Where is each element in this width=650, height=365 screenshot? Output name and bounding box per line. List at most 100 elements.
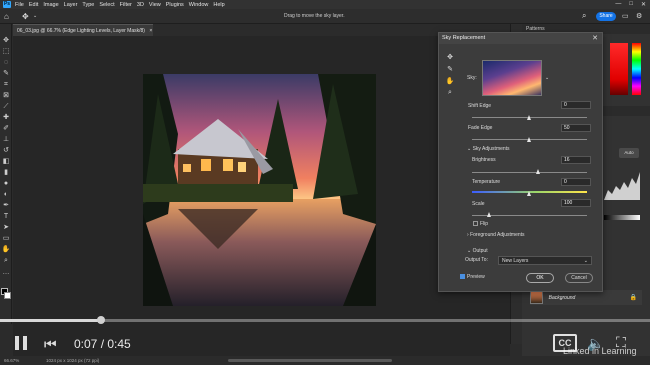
menu-bar: Ps File Edit Image Layer Type Select Fil… xyxy=(0,0,650,9)
move-tool-icon[interactable]: ✥ xyxy=(22,12,29,21)
search-icon[interactable]: ⌕ xyxy=(582,11,586,21)
type-icon[interactable]: T xyxy=(1,212,11,222)
temperature-handle[interactable] xyxy=(527,191,531,196)
zoom-icon[interactable]: ⌕ xyxy=(444,89,456,101)
sky-label: Sky: xyxy=(467,75,477,81)
shift-edge-input[interactable]: 0 xyxy=(561,101,591,109)
menu-edit[interactable]: Edit xyxy=(29,2,38,8)
pen-icon[interactable]: ✒ xyxy=(1,201,11,211)
scale-input[interactable]: 100 xyxy=(561,199,591,207)
close-tab-icon[interactable]: × xyxy=(149,28,152,34)
menu-view[interactable]: View xyxy=(149,2,161,8)
layer-thumbnail xyxy=(530,291,543,304)
home-icon[interactable]: ⌂ xyxy=(4,12,9,21)
output-section[interactable]: ⌄ Output xyxy=(467,248,488,254)
marquee-icon[interactable]: ⬚ xyxy=(1,47,11,57)
close-icon[interactable]: ✕ xyxy=(592,34,598,42)
document-title: 06_03.jpg @ 66.7% (Edge Lighting Levels,… xyxy=(17,28,145,34)
menu-plugins[interactable]: Plugins xyxy=(166,2,184,8)
menu-window[interactable]: Window xyxy=(189,2,209,8)
quick-select-icon[interactable]: ✎ xyxy=(1,69,11,79)
hand-icon[interactable]: ✋ xyxy=(444,77,456,89)
horizontal-scrollbar[interactable] xyxy=(228,359,392,362)
ok-button[interactable]: OK xyxy=(526,273,554,283)
menu-select[interactable]: Select xyxy=(99,2,114,8)
chevron-down-icon[interactable]: ⌄ xyxy=(33,13,37,19)
document-tab[interactable]: 06_03.jpg @ 66.7% (Edge Lighting Levels,… xyxy=(13,24,153,36)
temperature-input[interactable]: 0 xyxy=(561,178,591,186)
flip-check-box[interactable] xyxy=(473,221,478,227)
close-window-button[interactable]: ✕ xyxy=(641,1,646,8)
zoom-level[interactable]: 66.67% xyxy=(4,358,19,363)
shift-edge-handle[interactable] xyxy=(527,115,531,120)
fade-edge-handle[interactable] xyxy=(527,137,531,142)
hand-icon[interactable]: ✋ xyxy=(1,245,11,255)
background-color[interactable] xyxy=(4,292,11,299)
menu-type[interactable]: Type xyxy=(82,2,94,8)
foreground-adjustments-section[interactable]: › Foreground Adjustments xyxy=(467,232,525,238)
menu-image[interactable]: Image xyxy=(43,2,58,8)
history-brush-icon[interactable]: ↺ xyxy=(1,146,11,156)
menu-file[interactable]: File xyxy=(15,2,24,8)
brush-icon[interactable]: ✐ xyxy=(1,124,11,134)
frame-icon[interactable]: ⊠ xyxy=(1,91,11,101)
brightness-slider[interactable] xyxy=(472,172,587,173)
output-to-label: Output To: xyxy=(465,257,488,263)
chevron-down-icon[interactable]: ⌄ xyxy=(545,75,549,81)
photoshop-window: Ps File Edit Image Layer Type Select Fil… xyxy=(0,0,650,365)
more-tools-icon[interactable]: … xyxy=(1,268,11,278)
sky-adjustments-section[interactable]: ⌄ Sky Adjustments xyxy=(467,146,510,152)
video-progress-fill xyxy=(0,319,102,322)
rectangle-icon[interactable]: ▭ xyxy=(1,234,11,244)
sky-move-icon[interactable]: ✥ xyxy=(444,53,456,65)
maximize-button[interactable]: □ xyxy=(629,1,633,8)
pause-button[interactable] xyxy=(14,336,30,350)
shift-edge-label: Shift Edge xyxy=(468,103,492,109)
sky-brush-icon[interactable]: ✎ xyxy=(444,65,456,77)
preview-checkbox[interactable]: Preview xyxy=(460,274,485,280)
menu-help[interactable]: Help xyxy=(213,2,224,8)
flip-checkbox[interactable]: Flip xyxy=(473,221,488,227)
gradient-icon[interactable]: ▮ xyxy=(1,168,11,178)
auto-button[interactable]: Auto xyxy=(619,148,639,158)
scale-handle[interactable] xyxy=(486,212,491,217)
output-label: Output xyxy=(472,248,488,254)
layer-name: Background xyxy=(548,294,576,301)
eraser-icon[interactable]: ◧ xyxy=(1,157,11,167)
previous-icon[interactable]: ⏮ xyxy=(44,336,57,353)
brightness-input[interactable]: 16 xyxy=(561,156,591,164)
zoom-icon[interactable]: ⌕ xyxy=(1,256,11,266)
eyedropper-icon[interactable]: ⟋ xyxy=(1,102,11,112)
menu-3d[interactable]: 3D xyxy=(137,2,144,8)
menu-layer[interactable]: Layer xyxy=(64,2,78,8)
video-time: 0:07 / 0:45 xyxy=(74,337,131,351)
minimize-button[interactable]: — xyxy=(615,1,621,8)
menu-filter[interactable]: Filter xyxy=(120,2,132,8)
output-to-select[interactable]: New Layers ⌄ xyxy=(498,256,592,265)
color-field[interactable] xyxy=(610,43,628,95)
layer-row[interactable]: 👁 Background 🔒 xyxy=(530,290,642,305)
healing-icon[interactable]: ✚ xyxy=(1,113,11,123)
crop-icon[interactable]: ⌗ xyxy=(1,80,11,90)
tools-panel: ✥ ⬚ ◌ ✎ ⌗ ⊠ ⟋ ✚ ✐ ⊥ ↺ ◧ ▮ ● ◐ ✒ T ➤ ▭ ✋ … xyxy=(0,24,12,324)
gear-icon[interactable]: ⚙ xyxy=(636,12,642,20)
brightness-handle[interactable] xyxy=(536,169,541,174)
temperature-label: Temperature xyxy=(472,179,501,185)
move-icon[interactable]: ✥ xyxy=(1,36,11,46)
foreground-adjustments-label: Foreground Adjustments xyxy=(470,232,525,238)
lasso-icon[interactable]: ◌ xyxy=(1,58,11,68)
output-gradient xyxy=(604,215,640,220)
preview-check-box[interactable] xyxy=(460,274,465,280)
dodge-icon[interactable]: ◐ xyxy=(1,190,11,200)
blur-icon[interactable]: ● xyxy=(1,179,11,189)
fade-edge-input[interactable]: 50 xyxy=(561,124,591,132)
hue-slider[interactable] xyxy=(632,43,641,95)
cancel-button[interactable]: Cancel xyxy=(565,273,593,283)
path-select-icon[interactable]: ➤ xyxy=(1,223,11,233)
document-info: 1024 px x 1024 px (72 ppi) xyxy=(46,358,100,363)
workspace-icon[interactable]: ▭ xyxy=(622,12,629,20)
cabin-lake-photo[interactable] xyxy=(143,74,376,306)
share-button[interactable]: Share xyxy=(596,12,616,21)
stamp-icon[interactable]: ⊥ xyxy=(1,135,11,145)
sky-preset-thumbnail[interactable] xyxy=(482,60,542,96)
